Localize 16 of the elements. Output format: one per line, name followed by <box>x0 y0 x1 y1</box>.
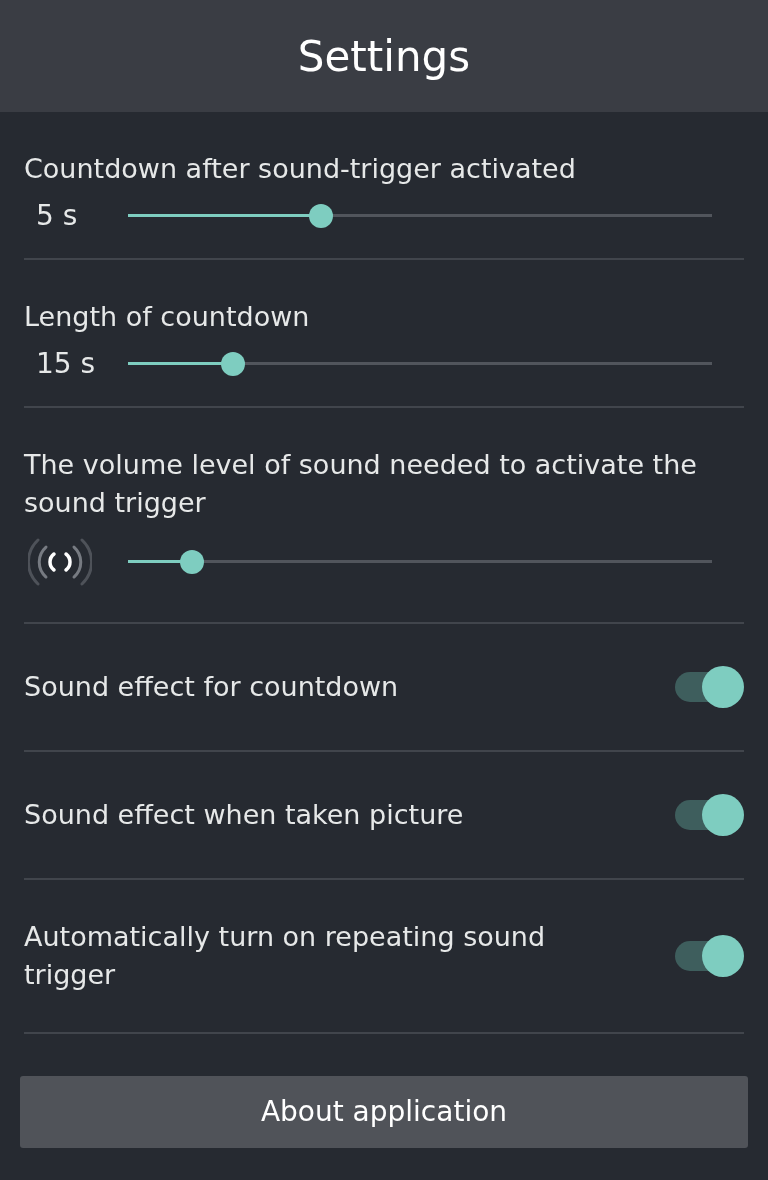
setting-label: Automatically turn on repeating sound trigger <box>24 920 547 992</box>
slider-value: 5 s <box>36 199 78 232</box>
slider-value: 15 s <box>36 347 96 380</box>
setting-label: Countdown after sound-trigger activated <box>24 152 577 186</box>
slider-thumb[interactable] <box>308 204 333 228</box>
setting-label: Sound effect for countdown <box>24 670 399 704</box>
setting-label: The volume level of sound needed to activate the sound trigger <box>24 448 698 520</box>
about-button[interactable]: About application <box>20 1076 748 1148</box>
slider-track[interactable] <box>128 204 712 228</box>
screen-title: Settings <box>297 30 471 83</box>
slider-thumb[interactable] <box>180 550 205 574</box>
slider-track[interactable] <box>128 352 712 376</box>
slider-thumb[interactable] <box>221 352 246 376</box>
setting-label: Sound effect when taken picture <box>24 798 464 832</box>
slider-track[interactable] <box>128 550 712 574</box>
setting-label: Length of countdown <box>24 300 311 334</box>
